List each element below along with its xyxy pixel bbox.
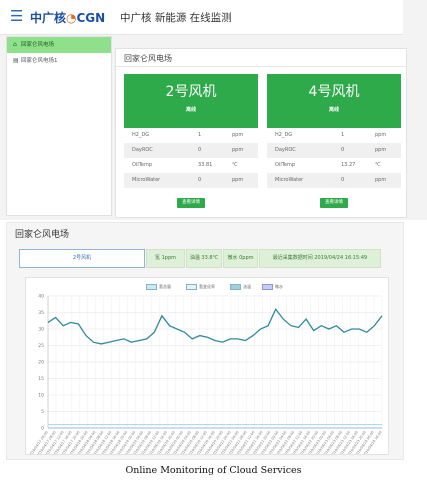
- row-key: OilTemp: [275, 162, 296, 168]
- data-row: MicroWater 0 ppm: [124, 173, 258, 188]
- overview-panel: 回家仑风电场 2号风机 离线 H2_DG 1 ppm DayROC 0 ppm OilT…: [115, 48, 407, 218]
- sidebar-item-site[interactable]: ▤ 回家仑风电场1: [7, 53, 111, 69]
- row-value: 33.81: [198, 162, 213, 168]
- tab-turbine-selector[interactable]: 2号风机: [19, 249, 145, 268]
- figure-caption: Online Monitoring of Cloud Services: [125, 465, 302, 476]
- view-details-button[interactable]: 查看详情: [320, 198, 348, 208]
- hydrogen-readout: 氢 1ppm: [146, 249, 185, 268]
- y-tick-label: 5: [41, 409, 44, 415]
- data-row: DayROC 0 ppm: [267, 143, 401, 158]
- oil-temp-readout: 油温 33.8℃: [186, 249, 222, 268]
- row-key: MicroWater: [275, 177, 304, 183]
- row-unit: ppm: [232, 177, 244, 183]
- dashboard-top: ☰ 中广核◔CGN 中广核 新能源 在线监测 ⌂ 回家仑风电场 ▤ 回家仑风电场1 …: [0, 0, 427, 220]
- y-tick-label: 0: [41, 426, 44, 432]
- document-icon: ▤: [13, 57, 19, 64]
- turbine-card-2: 2号风机 离线 H2_DG 1 ppm DayROC 0 ppm OilTemp 33.8…: [124, 74, 258, 214]
- turbine-card-4: 4号风机 离线 H2_DG 1 ppm DayROC 0 ppm OilTemp 13.2…: [267, 74, 401, 214]
- y-tick-label: 25: [38, 343, 44, 349]
- row-value: 0: [341, 177, 345, 183]
- row-value: 0: [198, 147, 202, 153]
- row-unit: ppm: [375, 177, 387, 183]
- row-value: 1: [198, 132, 202, 138]
- view-details-button[interactable]: 查看详情: [177, 198, 205, 208]
- logo: 中广核◔CGN: [30, 11, 106, 25]
- row-unit: ppm: [232, 147, 244, 153]
- micro-water-readout: 微水 0ppm: [223, 249, 258, 268]
- divider: [116, 66, 406, 67]
- card-header: 2号风机 离线: [124, 74, 258, 128]
- row-value: 0: [341, 147, 345, 153]
- y-tick-label: 40: [38, 294, 44, 300]
- y-tick-label: 20: [38, 360, 44, 366]
- row-unit: ℃: [375, 162, 381, 168]
- status-badge: 离线: [328, 107, 339, 113]
- detail-section: 回家仑风电场 2号风机 氢 1ppm 油温 33.8℃ 微水 0ppm 最近采集…: [6, 222, 404, 460]
- row-key: OilTemp: [132, 162, 153, 168]
- last-collected-time: 最近采集数据时间 2019/04/24 16:15:49: [259, 249, 381, 268]
- hamburger-icon[interactable]: ☰: [10, 9, 23, 24]
- data-row: H2_DG 1 ppm: [124, 128, 258, 143]
- y-tick-label: 10: [38, 393, 44, 399]
- sidebar-item-label: 回家仑风电场1: [21, 58, 58, 64]
- sidebar-item-label: 回家仑风电场: [21, 42, 55, 48]
- row-value: 1: [341, 132, 345, 138]
- home-icon: ⌂: [13, 41, 17, 48]
- y-tick-label: 35: [38, 310, 44, 316]
- row-unit: ℃: [232, 162, 238, 168]
- data-row: H2_DG 1 ppm: [267, 128, 401, 143]
- row-value: 13.27: [341, 162, 356, 168]
- sidebar-item-home[interactable]: ⌂ 回家仑风电场: [7, 37, 111, 53]
- row-key: DayROC: [275, 147, 296, 153]
- row-unit: ppm: [375, 132, 387, 138]
- row-unit: ppm: [232, 132, 244, 138]
- app-title: 中广核 新能源 在线监测: [120, 12, 232, 24]
- row-key: MicroWater: [132, 177, 161, 183]
- data-row: OilTemp 33.81 ℃: [124, 158, 258, 173]
- panel-title: 回家仑风电场: [124, 54, 172, 63]
- trend-chart: 氢含量 氢变化率 油温 微水 0 5 10 15 20 25 30 35 40 2019/04/1…: [25, 277, 389, 455]
- status-badge: 离线: [185, 107, 196, 113]
- row-value: 0: [198, 177, 202, 183]
- data-row: OilTemp 13.27 ℃: [267, 158, 401, 173]
- row-key: DayROC: [132, 147, 153, 153]
- section-title: 回家仑风电场: [15, 230, 70, 240]
- app-header: ☰ 中广核◔CGN 中广核 新能源 在线监测: [0, 0, 403, 35]
- turbine-name: 2号风机: [165, 84, 217, 100]
- turbine-name: 4号风机: [308, 84, 360, 100]
- row-key: H2_DG: [132, 132, 150, 138]
- y-tick-label: 15: [38, 376, 44, 382]
- chart-plot: 05101520253035402019/04/17 04:002019/04/…: [28, 294, 383, 455]
- y-tick-label: 30: [38, 327, 44, 333]
- card-header: 4号风机 离线: [267, 74, 401, 128]
- row-key: H2_DG: [275, 132, 293, 138]
- row-unit: ppm: [375, 147, 387, 153]
- data-row: DayROC 0 ppm: [124, 143, 258, 158]
- data-row: MicroWater 0 ppm: [267, 173, 401, 188]
- sidebar: ⌂ 回家仑风电场 ▤ 回家仑风电场1: [6, 36, 112, 216]
